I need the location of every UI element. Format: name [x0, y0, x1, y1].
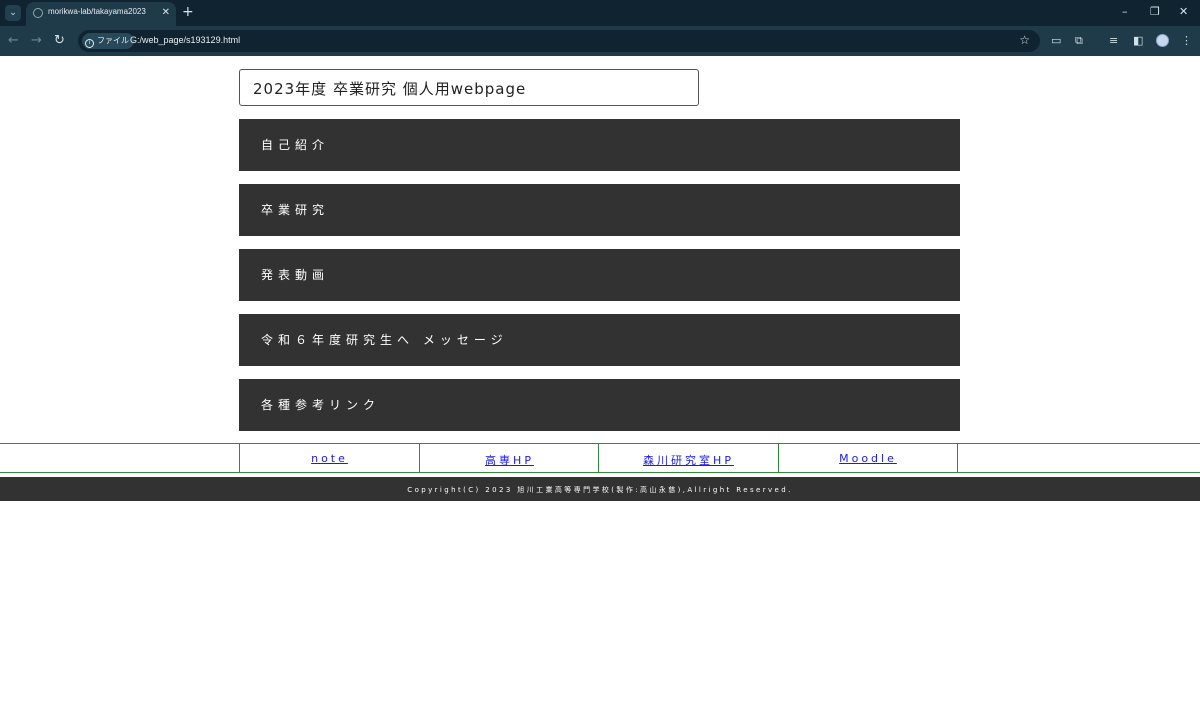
link-cell-kosen: 高専HP	[419, 444, 599, 473]
link-bar: note 高専HP 森川研究室HP Moodle	[0, 443, 1200, 473]
menu-item-reference-links[interactable]: 各種参考リンク	[239, 379, 960, 431]
link-cell-moodle: Moodle	[778, 444, 958, 473]
site-info-label: ファイル	[97, 36, 129, 45]
minimize-icon[interactable]: –	[1122, 5, 1128, 19]
moodle-link[interactable]: Moodle	[839, 452, 897, 465]
puzzle-icon[interactable]: ⧉	[1075, 34, 1083, 48]
kosen-hp-link[interactable]: 高専HP	[485, 452, 534, 468]
browser-toolbar: ← → ↻ i ファイル G:/web_page/s193129.html ☆ ▭…	[0, 26, 1200, 56]
menu-item-graduation-research[interactable]: 卒業研究	[239, 184, 960, 236]
footer: Copyright(C) 2023 旭川工業高等専門学校(製作:高山永慈),Al…	[0, 477, 1200, 501]
menu-item-label: 各種参考リンク	[261, 398, 381, 412]
more-menu-icon[interactable]: ⋮	[1181, 34, 1192, 48]
page-title: 2023年度 卒業研究 個人用webpage	[253, 80, 527, 98]
tab-close-icon[interactable]: ✕	[162, 6, 170, 20]
menu-item-self-intro[interactable]: 自己紹介	[239, 119, 960, 171]
globe-icon	[33, 8, 43, 18]
forward-icon[interactable]: →	[31, 33, 42, 49]
back-icon[interactable]: ←	[8, 33, 19, 49]
reload-icon[interactable]: ↻	[54, 33, 65, 49]
site-info-chip[interactable]: i ファイル	[82, 33, 134, 49]
url-text[interactable]: G:/web_page/s193129.html	[130, 35, 240, 45]
browser-tab[interactable]: morikwa-lab/takayama2023 ✕	[26, 2, 176, 26]
info-icon: i	[85, 39, 94, 48]
web-page: 2023年度 卒業研究 個人用webpage 自己紹介 卒業研究 発表動画 令和…	[0, 56, 1200, 701]
link-cell-lab: 森川研究室HP	[598, 444, 778, 473]
menu-item-message[interactable]: 令和６年度研究生へ メッセージ	[239, 314, 960, 366]
menu-item-label: 卒業研究	[261, 203, 330, 217]
profile-avatar[interactable]	[1156, 34, 1169, 47]
link-cell-note: note	[239, 444, 419, 473]
tab-title: morikwa-lab/takayama2023	[48, 7, 146, 16]
new-tab-icon[interactable]: +	[182, 4, 194, 20]
tab-search-icon[interactable]: ⌄	[5, 5, 21, 21]
media-control-icon[interactable]: ≡	[1109, 34, 1118, 48]
lab-hp-link[interactable]: 森川研究室HP	[643, 452, 734, 468]
address-bar[interactable]: i ファイル G:/web_page/s193129.html ☆	[78, 30, 1040, 52]
menu-item-label: 令和６年度研究生へ メッセージ	[261, 333, 508, 347]
menu-item-label: 発表動画	[261, 268, 330, 282]
menu-item-label: 自己紹介	[261, 138, 330, 152]
side-panel-icon[interactable]: ◧	[1133, 34, 1143, 48]
restore-icon[interactable]: ❐	[1150, 5, 1160, 19]
menu-item-presentation-video[interactable]: 発表動画	[239, 249, 960, 301]
note-link[interactable]: note	[311, 452, 348, 465]
page-title-box: 2023年度 卒業研究 個人用webpage	[239, 69, 699, 106]
window-close-icon[interactable]: ✕	[1179, 5, 1188, 19]
bookmark-star-icon[interactable]: ☆	[1019, 33, 1030, 47]
extension-icon[interactable]: ▭	[1051, 34, 1061, 48]
browser-tab-strip: ⌄ morikwa-lab/takayama2023 ✕ + – ❐ ✕	[0, 0, 1200, 26]
copyright-text: Copyright(C) 2023 旭川工業高等専門学校(製作:高山永慈),Al…	[407, 486, 793, 494]
